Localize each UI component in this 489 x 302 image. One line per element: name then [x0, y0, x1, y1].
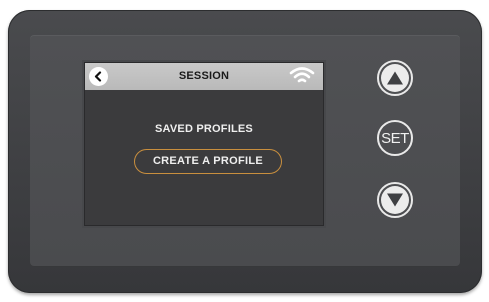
set-button[interactable]: SET: [377, 120, 413, 156]
saved-profiles-item[interactable]: SAVED PROFILES: [85, 123, 323, 135]
up-button[interactable]: [377, 60, 413, 96]
down-button-face: [381, 186, 409, 214]
stage: SESSION SAVED PROFILES CREATE A PROFILE …: [0, 0, 489, 302]
chevron-left-icon: [94, 71, 102, 82]
title-bar: SESSION: [85, 63, 323, 90]
wifi-icon: [289, 67, 315, 83]
triangle-down-icon: [387, 193, 403, 207]
down-button[interactable]: [377, 182, 413, 218]
screen-title: SESSION: [178, 70, 230, 82]
triangle-up-icon: [387, 71, 403, 85]
create-profile-button[interactable]: CREATE A PROFILE: [134, 149, 282, 174]
up-button-face: [381, 64, 409, 92]
set-label: SET: [381, 129, 409, 147]
back-button[interactable]: [89, 67, 108, 86]
lcd-screen: SESSION SAVED PROFILES CREATE A PROFILE: [84, 62, 324, 226]
